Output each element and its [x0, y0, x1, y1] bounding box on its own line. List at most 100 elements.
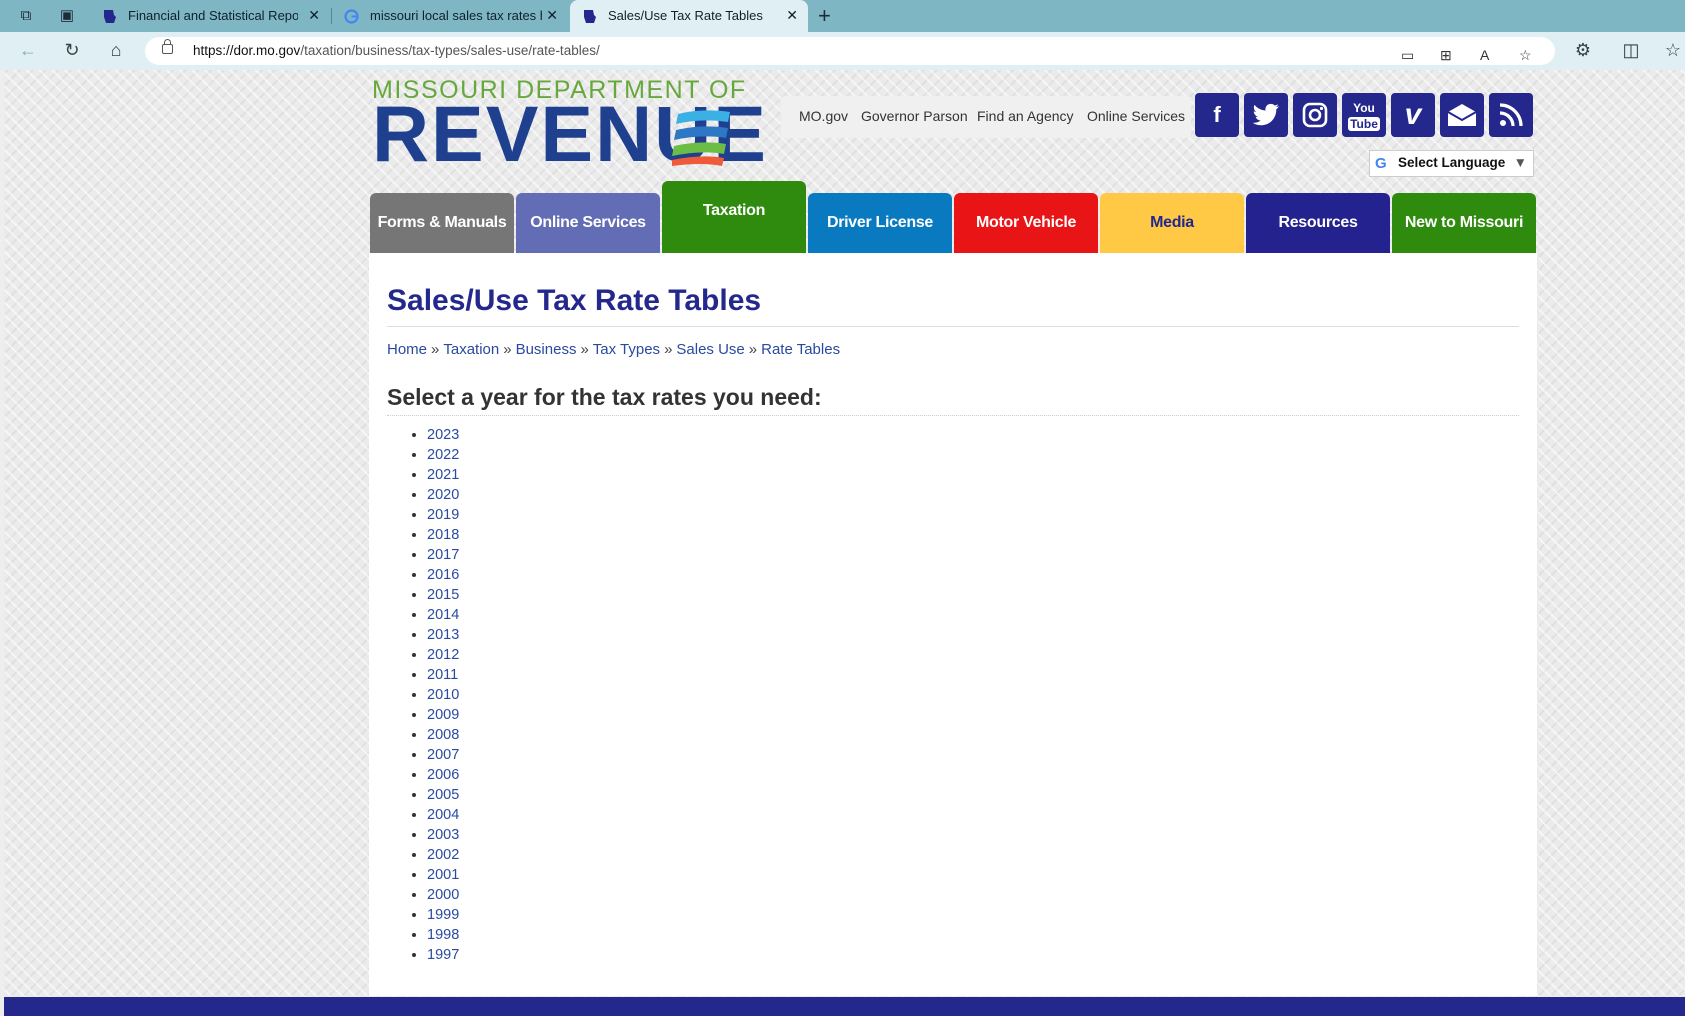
- year-link[interactable]: 1998: [427, 927, 459, 943]
- main-content: Sales/Use Tax Rate Tables Home» Taxation»…: [369, 253, 1537, 996]
- nav-new-to-missouri[interactable]: New to Missouri: [1392, 193, 1536, 253]
- close-tab-icon[interactable]: ✕: [308, 7, 320, 24]
- year-list-item: 2021: [427, 465, 459, 485]
- year-link[interactable]: 2002: [427, 847, 459, 863]
- twitter-icon[interactable]: [1244, 93, 1288, 137]
- year-list-item: 1999: [427, 905, 459, 925]
- favorite-star-icon[interactable]: ☆: [1519, 47, 1532, 64]
- breadcrumb-separator: »: [503, 341, 512, 358]
- year-list-item: 2020: [427, 485, 459, 505]
- breadcrumb: Home» Taxation» Business» Tax Types» Sales U…: [387, 341, 840, 358]
- year-link[interactable]: 1999: [427, 907, 459, 923]
- apps-icon[interactable]: ⊞: [1440, 47, 1452, 64]
- split-screen-icon[interactable]: ◫: [1619, 40, 1643, 61]
- year-list-item: 2009: [427, 705, 459, 725]
- rss-icon[interactable]: [1489, 93, 1533, 137]
- year-link[interactable]: 2023: [427, 427, 459, 443]
- nav-media[interactable]: Media: [1100, 193, 1244, 253]
- extensions-icon[interactable]: ⚙: [1571, 40, 1595, 61]
- year-link[interactable]: 2012: [427, 647, 459, 663]
- year-link[interactable]: 2013: [427, 627, 459, 643]
- reading-view-icon[interactable]: ▭: [1401, 47, 1414, 64]
- year-link[interactable]: 2004: [427, 807, 459, 823]
- close-tab-icon[interactable]: ✕: [786, 7, 798, 24]
- year-list-item: 1997: [427, 945, 459, 965]
- link-mo-gov[interactable]: MO.gov: [799, 108, 848, 124]
- year-link[interactable]: 2008: [427, 727, 459, 743]
- vimeo-icon[interactable]: v: [1391, 93, 1435, 137]
- workspaces-icon[interactable]: ⧉: [16, 6, 36, 26]
- year-list-item: 2011: [427, 665, 459, 685]
- tab-sales-use-tax[interactable]: Sales/Use Tax Rate Tables ✕: [570, 0, 808, 32]
- youtube-icon[interactable]: You Tube: [1342, 93, 1386, 137]
- year-link[interactable]: 2007: [427, 747, 459, 763]
- breadcrumb-tax-types[interactable]: Tax Types: [593, 341, 660, 358]
- year-link[interactable]: 2020: [427, 487, 459, 503]
- year-list-item: 2014: [427, 605, 459, 625]
- year-link[interactable]: 2011: [427, 667, 458, 683]
- close-tab-icon[interactable]: ✕: [546, 7, 558, 24]
- year-link[interactable]: 2010: [427, 687, 459, 703]
- year-link[interactable]: 2018: [427, 527, 459, 543]
- url-text[interactable]: https://dor.mo.gov/taxation/business/tax…: [193, 43, 600, 58]
- year-list-item: 1998: [427, 925, 459, 945]
- link-online-services[interactable]: Online Services: [1087, 108, 1185, 124]
- tab-actions-icon[interactable]: ▣: [57, 6, 77, 26]
- nav-online-services[interactable]: Online Services: [516, 193, 660, 253]
- google-icon: [344, 9, 359, 24]
- chevron-down-icon: ▼: [1513, 155, 1527, 170]
- year-link[interactable]: 2021: [427, 467, 459, 483]
- language-select[interactable]: G Select Language ▼: [1369, 150, 1534, 177]
- year-link[interactable]: 2017: [427, 547, 459, 563]
- year-list-item: 2003: [427, 825, 459, 845]
- home-icon[interactable]: ⌂: [104, 40, 128, 61]
- new-tab-icon[interactable]: +: [818, 3, 831, 29]
- year-link[interactable]: 1997: [427, 947, 459, 963]
- year-link[interactable]: 2005: [427, 787, 459, 803]
- year-link[interactable]: 2019: [427, 507, 459, 523]
- breadcrumb-rate-tables[interactable]: Rate Tables: [761, 341, 840, 358]
- breadcrumb-business[interactable]: Business: [516, 341, 577, 358]
- divider: [387, 326, 1519, 327]
- breadcrumb-separator: »: [580, 341, 589, 358]
- email-icon[interactable]: [1440, 93, 1484, 137]
- tab-title: Financial and Statistical Report: [128, 8, 298, 23]
- tab-financial-report[interactable]: Financial and Statistical Report ✕: [90, 0, 330, 32]
- nav-motor-vehicle[interactable]: Motor Vehicle: [954, 193, 1098, 253]
- year-link[interactable]: 2015: [427, 587, 459, 603]
- year-link[interactable]: 2014: [427, 607, 459, 623]
- instagram-icon[interactable]: [1293, 93, 1337, 137]
- logo-stripes: [672, 110, 730, 166]
- refresh-icon[interactable]: ↻: [60, 40, 84, 61]
- year-list-item: 2015: [427, 585, 459, 605]
- tab-title: missouri local sales tax rates hist: [370, 8, 542, 23]
- link-governor-parson[interactable]: Governor Parson: [861, 108, 968, 124]
- year-link[interactable]: 2016: [427, 567, 459, 583]
- year-link[interactable]: 2006: [427, 767, 459, 783]
- year-list-item: 2006: [427, 765, 459, 785]
- year-list-item: 2012: [427, 645, 459, 665]
- year-link[interactable]: 2003: [427, 827, 459, 843]
- tab-google-search[interactable]: missouri local sales tax rates hist ✕: [332, 0, 568, 32]
- back-arrow-icon[interactable]: ←: [16, 40, 40, 61]
- address-bar[interactable]: https://dor.mo.gov/taxation/business/tax…: [145, 37, 1555, 65]
- year-link[interactable]: 2022: [427, 447, 459, 463]
- tab-title: Sales/Use Tax Rate Tables: [608, 8, 763, 23]
- favorites-icon[interactable]: ☆: [1661, 40, 1685, 61]
- nav-forms-manuals[interactable]: Forms & Manuals: [370, 193, 514, 253]
- year-link[interactable]: 2001: [427, 867, 459, 883]
- nav-taxation[interactable]: Taxation: [662, 181, 806, 253]
- nav-driver-license[interactable]: Driver License: [808, 193, 952, 253]
- url-host: https://dor.mo.gov: [193, 43, 301, 58]
- year-link[interactable]: 2000: [427, 887, 459, 903]
- utility-links: MO.gov Governor Parson Find an Agency On…: [781, 96, 1191, 138]
- facebook-icon[interactable]: f: [1195, 93, 1239, 137]
- google-icon: G: [1375, 155, 1387, 172]
- nav-resources[interactable]: Resources: [1246, 193, 1390, 253]
- breadcrumb-taxation[interactable]: Taxation: [443, 341, 499, 358]
- link-find-agency[interactable]: Find an Agency: [977, 108, 1074, 124]
- year-link[interactable]: 2009: [427, 707, 459, 723]
- breadcrumb-sales-use[interactable]: Sales Use: [676, 341, 744, 358]
- read-aloud-icon[interactable]: A: [1480, 47, 1489, 63]
- breadcrumb-home[interactable]: Home: [387, 341, 427, 358]
